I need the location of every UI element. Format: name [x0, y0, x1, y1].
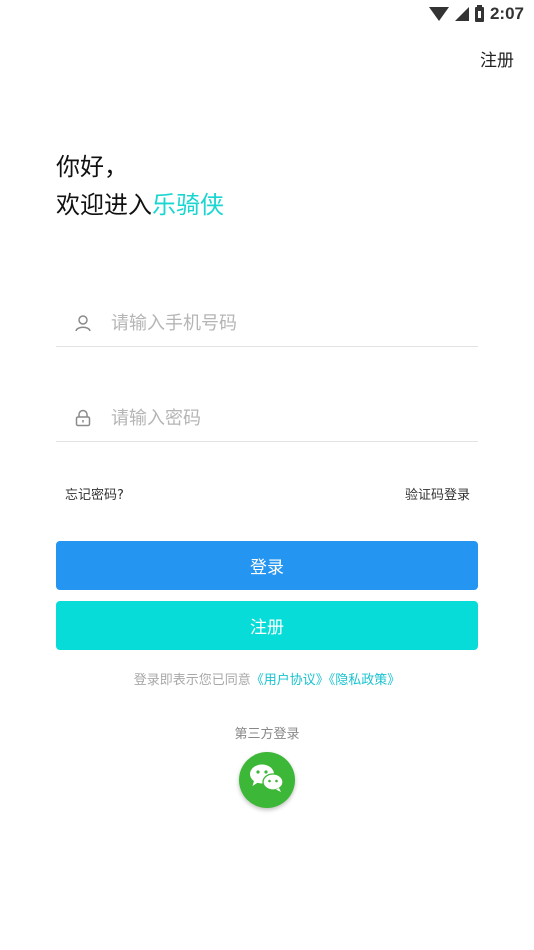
agreement-prefix: 登录即表示您已同意	[133, 673, 251, 688]
status-time: 2:07	[489, 4, 524, 23]
wechat-login-button[interactable]	[239, 752, 295, 808]
password-input[interactable]	[109, 406, 473, 430]
wechat-icon	[248, 762, 286, 798]
privacy-policy-link[interactable]: 《隐私政策》	[329, 673, 401, 688]
battery-icon	[474, 4, 484, 22]
greeting-prefix: 欢迎进入	[56, 191, 152, 219]
lock-icon	[73, 408, 93, 428]
login-button[interactable]: 登录	[56, 541, 478, 590]
greeting-line-2: 欢迎进入乐骑侠	[56, 186, 224, 224]
phone-field[interactable]	[56, 300, 478, 347]
status-bar: 2:07	[0, 0, 534, 28]
user-icon	[73, 313, 93, 333]
header-register-link[interactable]: 注册	[480, 46, 514, 71]
register-button[interactable]: 注册	[56, 601, 478, 650]
form-links: 忘记密码? 验证码登录	[65, 484, 470, 503]
user-agreement-link[interactable]: 《用户协议》	[251, 673, 329, 688]
forgot-password-link[interactable]: 忘记密码?	[65, 484, 124, 503]
phone-input[interactable]	[109, 311, 473, 335]
agreement-text: 登录即表示您已同意《用户协议》《隐私政策》	[0, 669, 534, 688]
password-field[interactable]	[56, 395, 478, 442]
greeting: 你好， 欢迎进入乐骑侠	[56, 148, 224, 224]
third-party-label: 第三方登录	[234, 727, 300, 742]
sms-login-link[interactable]: 验证码登录	[405, 484, 470, 503]
wifi-icon	[428, 7, 449, 21]
signal-icon	[454, 7, 469, 21]
greeting-line-1: 你好，	[56, 153, 128, 181]
status-icons: 2:07	[428, 4, 524, 24]
brand-name: 乐骑侠	[152, 191, 224, 219]
